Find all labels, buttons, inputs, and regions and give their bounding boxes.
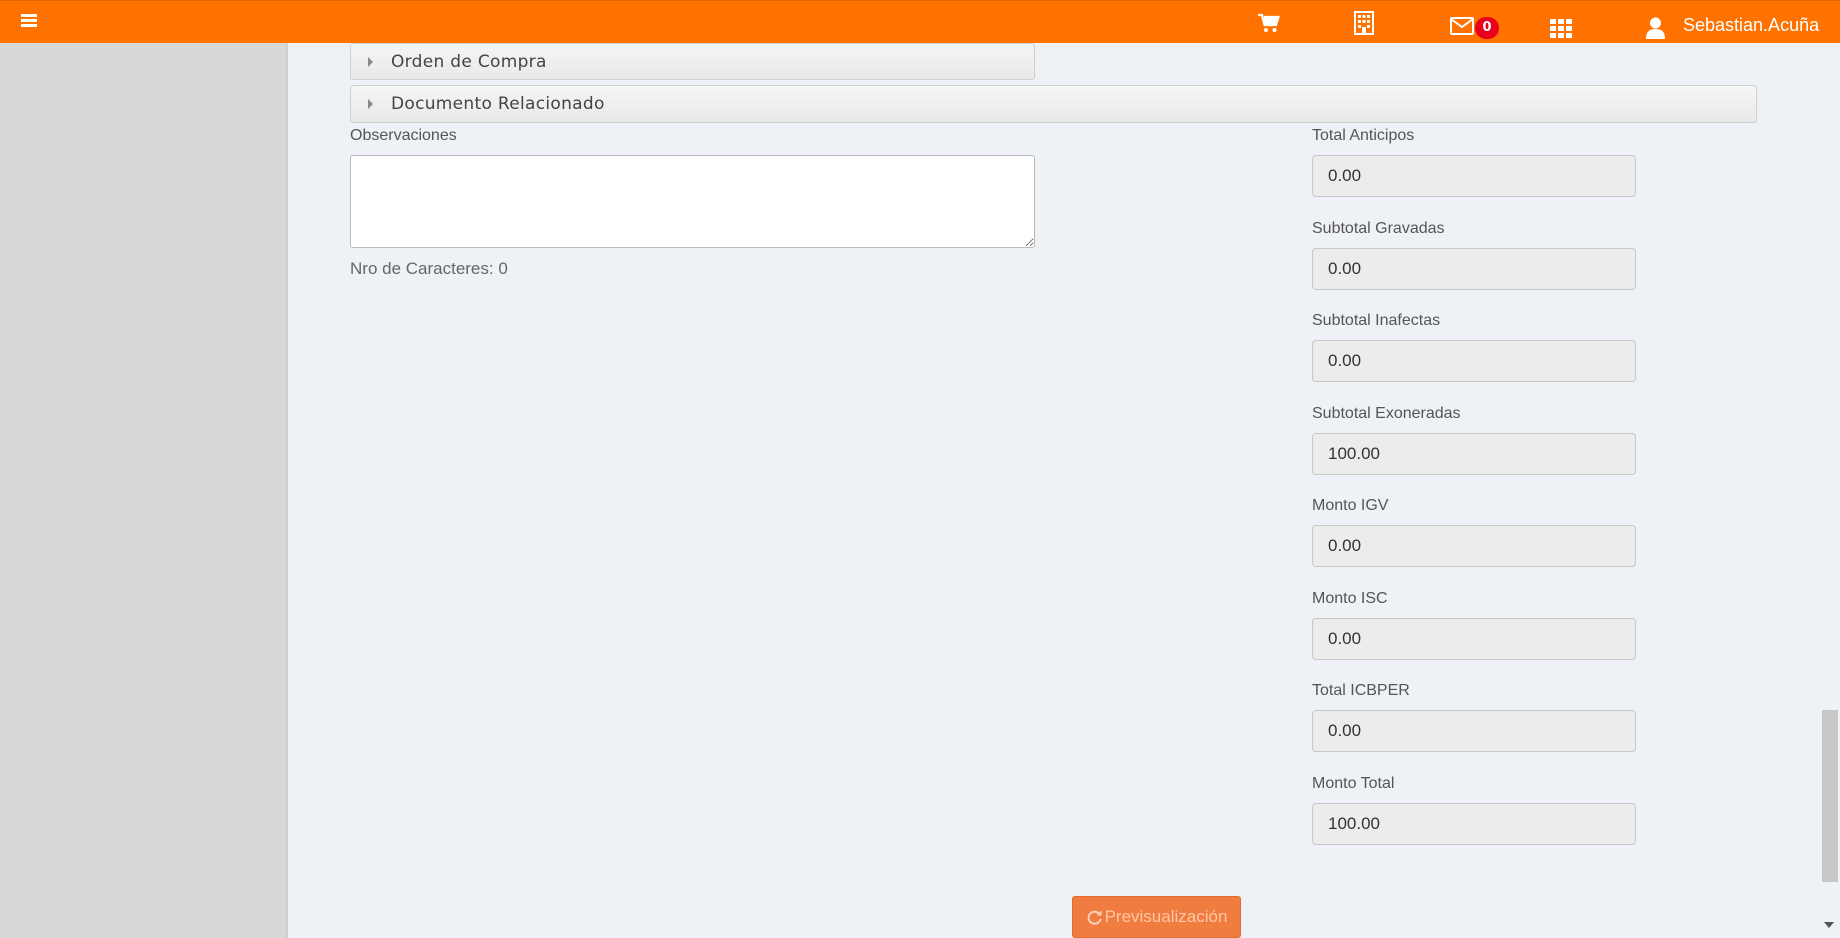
sidebar — [0, 43, 288, 938]
monto-igv-input[interactable] — [1312, 525, 1636, 567]
caret-right-icon — [368, 56, 373, 67]
subtotal-exoneradas-input[interactable] — [1312, 433, 1636, 475]
subtotal-inafectas-input[interactable] — [1312, 340, 1636, 382]
monto-igv-label: Monto IGV — [1312, 497, 1389, 514]
building-icon[interactable] — [1354, 11, 1374, 35]
subtotal-gravadas-label: Subtotal Gravadas — [1312, 220, 1445, 237]
char-count: Nro de Caracteres: 0 — [350, 259, 508, 278]
panel-title: Documento Relacionado — [391, 94, 605, 114]
top-navbar: 0 Sebastian.Acuña — [0, 0, 1840, 43]
total-icbper-label: Total ICBPER — [1312, 682, 1410, 699]
preview-button-label: Previsualización — [1104, 907, 1228, 926]
observaciones-textarea[interactable] — [350, 155, 1035, 248]
mail-count-badge: 0 — [1475, 17, 1499, 39]
monto-isc-input[interactable] — [1312, 618, 1636, 660]
panel-documento-relacionado[interactable]: Documento Relacionado — [350, 85, 1757, 123]
subtotal-exoneradas-label: Subtotal Exoneradas — [1312, 405, 1461, 422]
cart-icon[interactable] — [1258, 11, 1280, 35]
total-anticipos-label: Total Anticipos — [1312, 127, 1415, 144]
scrollbar-thumb[interactable] — [1822, 710, 1838, 882]
panel-orden-de-compra[interactable]: Orden de Compra — [350, 43, 1035, 80]
total-anticipos-input[interactable] — [1312, 155, 1636, 197]
username-link[interactable]: Sebastian.Acuña — [1683, 15, 1819, 36]
panel-title: Orden de Compra — [391, 51, 547, 72]
refresh-icon — [1087, 910, 1102, 925]
total-icbper-input[interactable] — [1312, 710, 1636, 752]
user-icon[interactable] — [1646, 16, 1665, 40]
envelope-icon[interactable] — [1450, 14, 1474, 38]
observaciones-label: Observaciones — [350, 127, 457, 144]
subtotal-inafectas-label: Subtotal Inafectas — [1312, 312, 1441, 329]
monto-total-input[interactable] — [1312, 803, 1636, 845]
monto-total-label: Monto Total — [1312, 775, 1395, 792]
scroll-down-arrow-icon[interactable] — [1824, 922, 1834, 928]
preview-button[interactable]: Previsualización — [1072, 896, 1241, 938]
subtotal-gravadas-input[interactable] — [1312, 248, 1636, 290]
monto-isc-label: Monto ISC — [1312, 590, 1388, 607]
caret-right-icon — [368, 99, 373, 109]
hamburger-icon[interactable] — [21, 14, 37, 28]
grid-icon[interactable] — [1550, 16, 1572, 40]
